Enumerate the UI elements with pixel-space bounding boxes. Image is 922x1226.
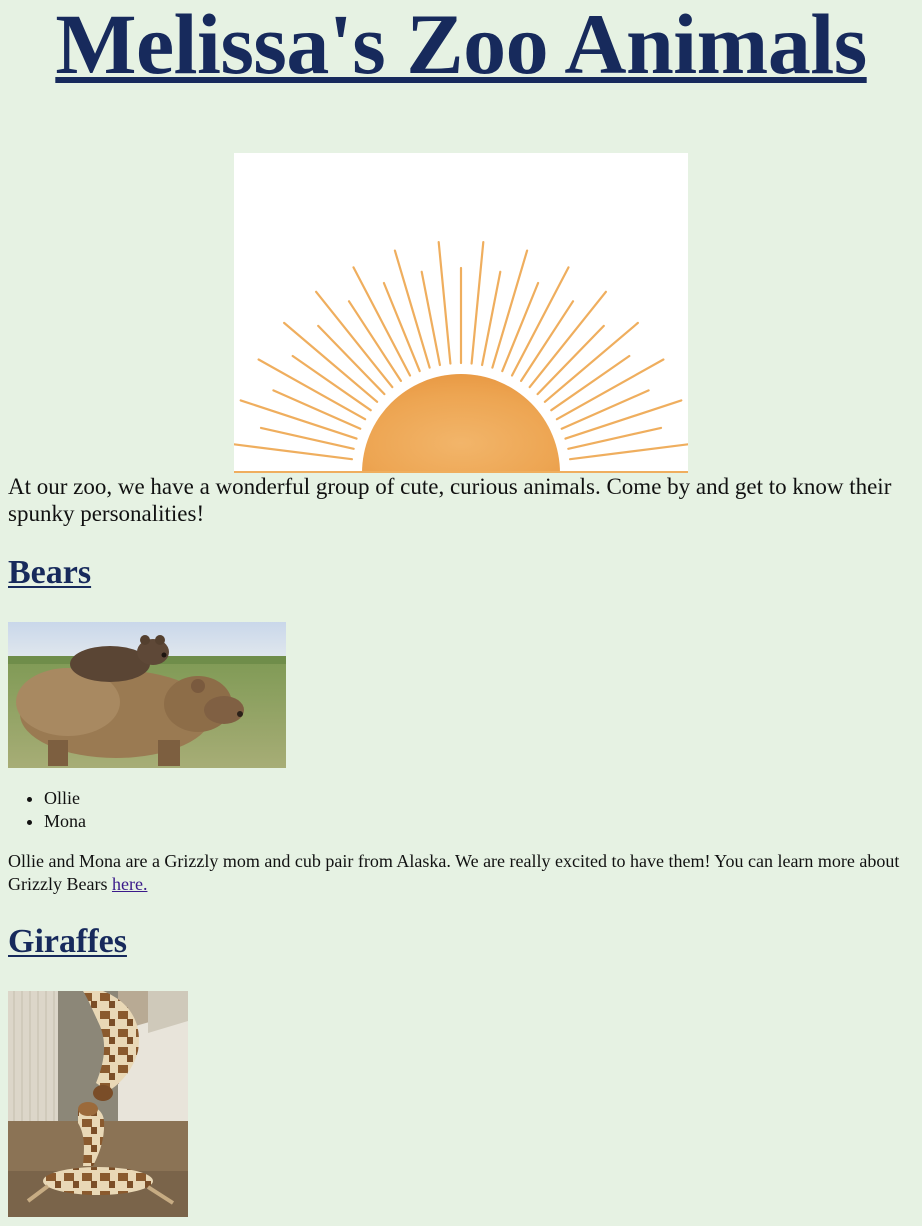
intro-text: At our zoo, we have a wonderful group of… [8,474,892,526]
sun-ray [282,321,379,403]
grizzly-bears-link[interactable]: here. [112,874,147,894]
giraffes-heading: Giraffes [8,923,127,960]
sun-ray [569,443,688,461]
sun-ray [259,426,355,450]
grizzly-bears-photo [8,622,286,768]
sun-ray [234,443,354,461]
sun-ray [437,240,452,365]
giraffes-photo [8,991,188,1217]
bears-heading: Bears [8,554,92,591]
site-title: Melissa's Zoo Animals [55,0,867,92]
sun-ray [543,321,639,403]
page: Melissa's Zoo Animals At our zoo, we hav… [0,0,922,1226]
sun-ray [470,240,485,365]
sun-ray [567,426,663,450]
sun-icon [234,240,688,473]
sun-ray [528,290,607,389]
sunrise-illustration [234,153,688,473]
list-item: Mona [44,810,86,833]
list-item: Ollie [44,787,86,810]
bear-names-list: Ollie Mona [8,787,86,833]
sun-ray [314,290,394,389]
bears-description: Ollie and Mona are a Grizzly mom and cub… [8,850,913,896]
